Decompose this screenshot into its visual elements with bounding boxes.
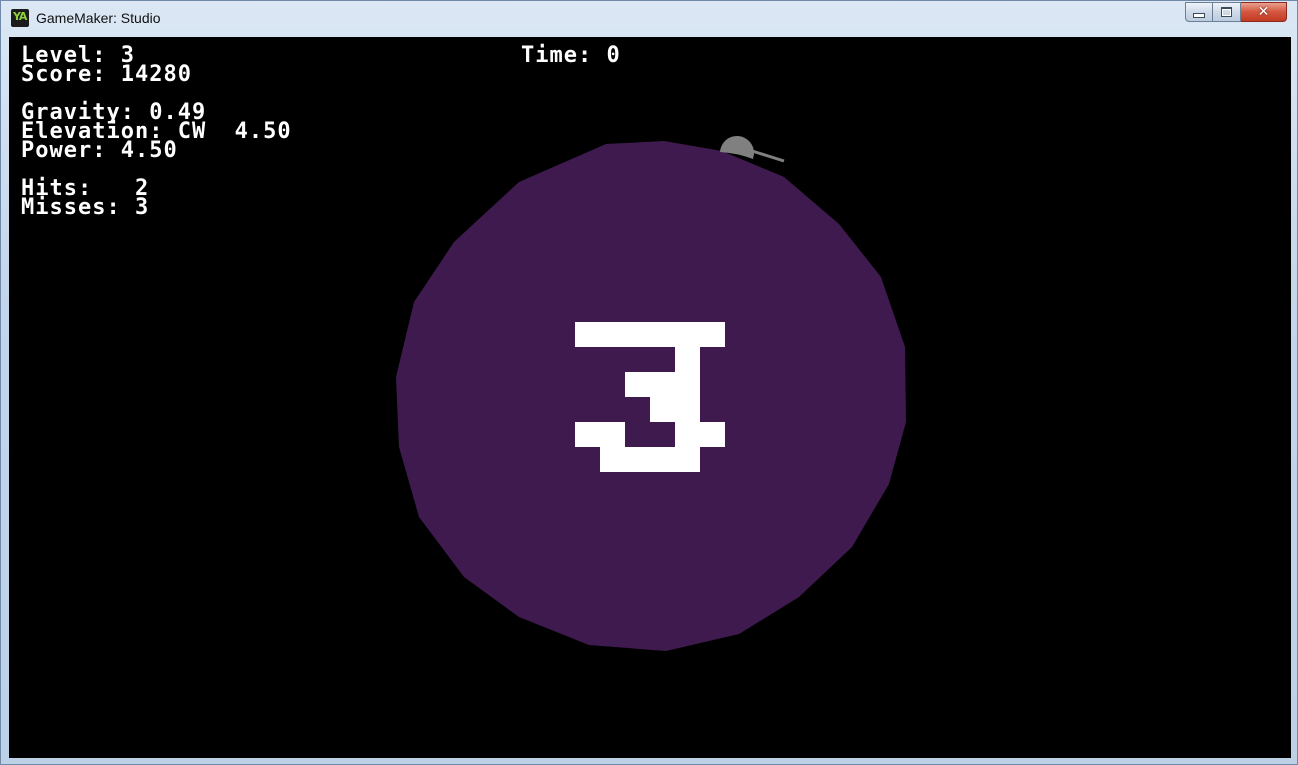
- game-canvas[interactable]: Level: 3 Score: 14280 Time: 0 Gravity: 0…: [9, 37, 1291, 758]
- maximize-button[interactable]: [1213, 2, 1241, 22]
- cannon-barrel: [748, 148, 785, 163]
- caption-buttons: ✕: [1185, 2, 1287, 22]
- minimize-icon: [1193, 13, 1205, 18]
- minimize-button[interactable]: [1185, 2, 1213, 22]
- close-button[interactable]: ✕: [1241, 2, 1287, 22]
- title-bar[interactable]: YA GameMaker: Studio ✕: [1, 1, 1297, 37]
- game-world: [396, 135, 906, 651]
- app-window: YA GameMaker: Studio ✕ Level: 3 Score: 1…: [0, 0, 1298, 765]
- window-title: GameMaker: Studio: [36, 10, 161, 26]
- gamemaker-icon: YA: [11, 9, 29, 27]
- close-icon: ✕: [1257, 4, 1270, 20]
- maximize-icon: [1221, 7, 1232, 17]
- app-icon-text: YA: [13, 10, 27, 23]
